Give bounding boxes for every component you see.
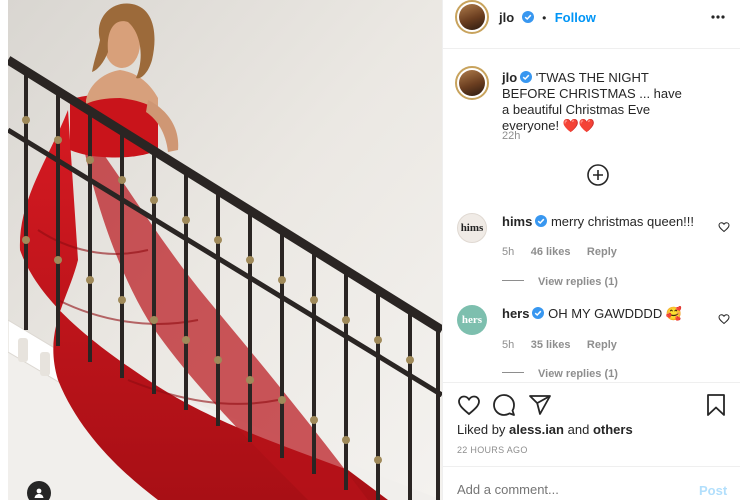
heart-icon[interactable] xyxy=(718,221,730,233)
post-image xyxy=(8,0,442,500)
liked-by-and: and xyxy=(567,422,590,437)
liked-by-line: Liked by aless.ian and others xyxy=(457,422,633,438)
view-replies-button[interactable]: View replies (1) xyxy=(502,364,618,382)
comment-text: merry christmas queen!!! xyxy=(550,214,695,229)
add-comment-input[interactable] xyxy=(457,478,677,500)
comment-time: 5h xyxy=(502,339,515,351)
staircase-photo xyxy=(8,0,442,500)
comment-time: 5h xyxy=(502,246,515,258)
replies-line xyxy=(502,372,524,374)
author-username[interactable]: jlo xyxy=(499,10,514,25)
heart-icon[interactable] xyxy=(718,313,730,325)
caption-time: 22h xyxy=(502,130,521,142)
comment-username[interactable]: hers xyxy=(502,306,529,321)
comment-username[interactable]: hims xyxy=(502,214,532,229)
like-heart-icon[interactable] xyxy=(457,393,481,417)
liked-by-others[interactable]: others xyxy=(593,422,633,437)
header-divider xyxy=(443,48,740,49)
reply-button[interactable]: Reply xyxy=(587,339,617,351)
view-replies-button[interactable]: View replies (1) xyxy=(502,272,618,290)
verified-badge-icon xyxy=(521,11,534,23)
header-separator: • xyxy=(542,11,547,25)
comment-text: OH MY GAWDDDD 🥰 xyxy=(548,306,683,321)
post-comment-button[interactable]: Post xyxy=(699,483,727,498)
verified-badge-icon xyxy=(532,307,545,319)
save-bookmark-icon[interactable] xyxy=(705,393,727,417)
actions-divider xyxy=(443,382,740,383)
more-horizontal-icon[interactable] xyxy=(711,15,725,19)
replies-line xyxy=(502,280,524,282)
follow-button[interactable]: Follow xyxy=(555,10,596,25)
caption-avatar[interactable] xyxy=(455,66,489,100)
reply-button[interactable]: Reply xyxy=(587,246,617,258)
comment-box-divider xyxy=(443,466,740,467)
author-avatar[interactable] xyxy=(455,0,489,34)
view-replies-label: View replies (1) xyxy=(538,276,618,288)
user-icon xyxy=(34,488,44,498)
comment-likes[interactable]: 46 likes xyxy=(531,246,571,258)
liked-by-prefix: Liked by xyxy=(457,422,506,437)
liked-by-user[interactable]: aless.ian xyxy=(509,422,564,437)
post-timestamp: 22 HOURS AGO xyxy=(457,445,528,455)
verified-badge-icon xyxy=(520,71,533,83)
tagged-user-button[interactable] xyxy=(27,481,51,500)
comment-avatar[interactable]: hims xyxy=(457,213,487,243)
caption-username[interactable]: jlo xyxy=(502,70,517,85)
post-side-panel: jlo • Follow jlo 'TWAS THE NIGHT BEFORE … xyxy=(442,0,740,500)
view-replies-label: View replies (1) xyxy=(538,368,618,380)
verified-badge-icon xyxy=(535,215,548,227)
comment-avatar[interactable]: hers xyxy=(457,305,487,335)
share-paper-plane-icon[interactable] xyxy=(528,393,552,417)
comment-bubble-icon[interactable] xyxy=(492,393,516,417)
comment-likes[interactable]: 35 likes xyxy=(531,339,571,351)
plus-circle-icon[interactable] xyxy=(587,164,609,186)
